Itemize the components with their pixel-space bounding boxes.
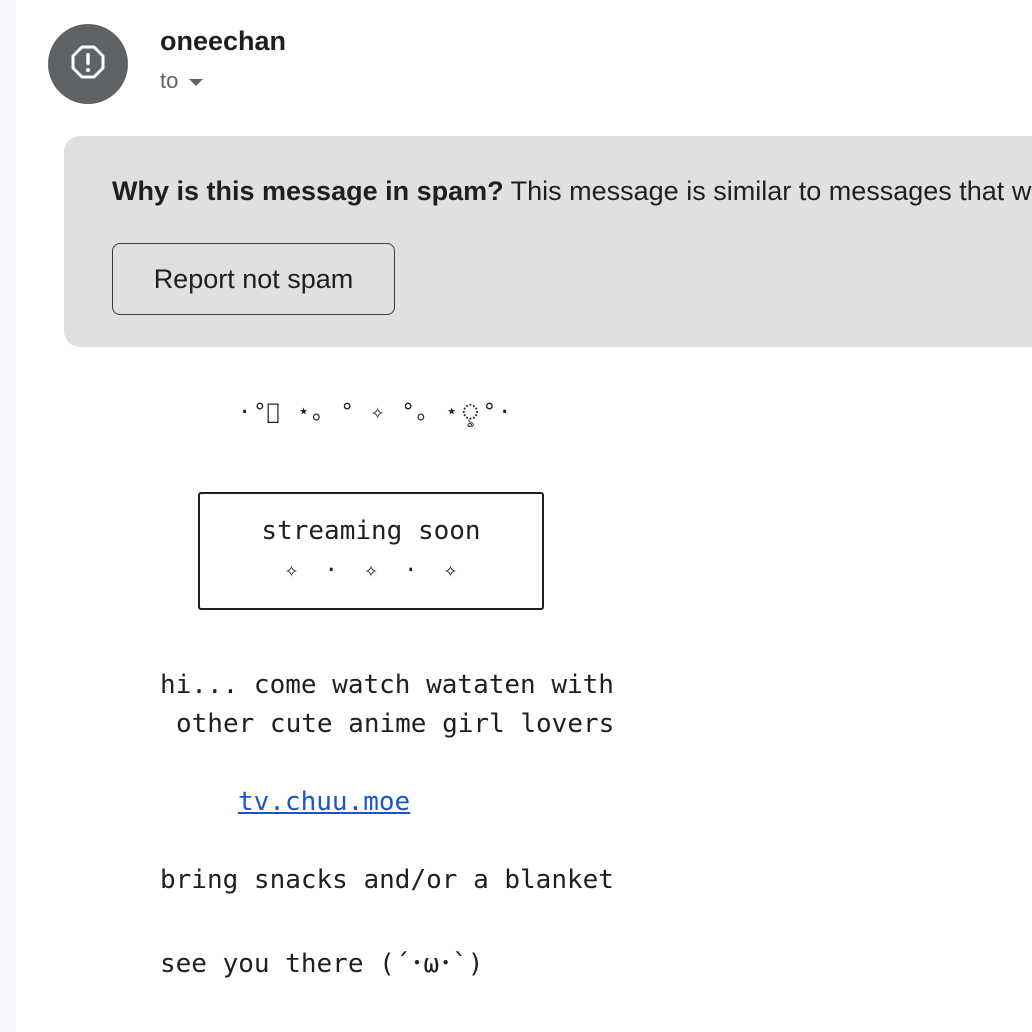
spam-warning-banner: Why is this message in spam? This messag…: [64, 136, 1032, 347]
alert-circle-icon: [70, 44, 106, 85]
message-line-4: see you there (´･ω･`): [160, 949, 484, 979]
message-line-3: bring snacks and/or a blanket: [160, 865, 614, 895]
sender-name: oneechan: [160, 26, 287, 56]
spam-question: Why is this message in spam?: [112, 176, 504, 206]
report-not-spam-button[interactable]: Report not spam: [112, 243, 395, 315]
spam-reason-text: Why is this message in spam? This messag…: [112, 176, 1031, 207]
stream-link[interactable]: tv.chuu.moe: [238, 787, 410, 817]
box-title: streaming soon: [261, 516, 481, 546]
message-line-2: other cute anime girl lovers: [176, 709, 615, 739]
sparkle-decoration: ·°ৢ ⋆｡ ° ✧ °｡ ⋆ৢ°·: [238, 400, 514, 425]
streaming-soon-box: streaming soon ✧ · ✧ · ✧: [198, 492, 544, 610]
recipient-details-toggle[interactable]: to: [160, 68, 204, 94]
left-gutter: [0, 0, 16, 1032]
sender-avatar[interactable]: [48, 24, 128, 104]
spam-explanation: This message is similar to messages that…: [503, 176, 1032, 206]
recipient-label: to: [160, 68, 179, 93]
caret-down-icon[interactable]: [188, 68, 204, 94]
box-sparkles: ✧ · ✧ · ✧: [284, 558, 458, 583]
message-line-1: hi... come watch wataten with: [160, 670, 614, 700]
